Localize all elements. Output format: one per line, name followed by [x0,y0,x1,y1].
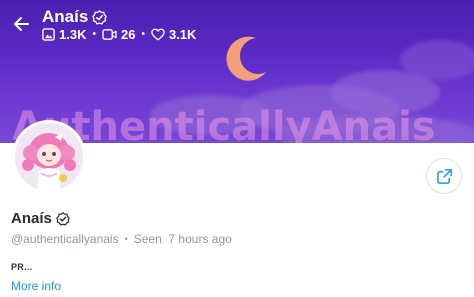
stat-separator: • [141,29,145,40]
banner-cloud [400,40,474,80]
handle-line: @authenticallyanais • Seen 7 hours ago [11,232,232,246]
stat-likes-value: 3.1K [168,27,197,42]
profile-name: Anaís [11,210,70,227]
profile-page: AuthenticallyAnais Anaís 1.3K • 26 • 3.1… [0,0,474,297]
stat-videos-value: 26 [120,27,136,42]
header-name-text: Anaís [42,7,89,26]
heart-icon [151,28,165,41]
verified-badge-icon [92,9,108,25]
more-info-link[interactable]: More info [11,279,61,293]
header-stats: 1.3K • 26 • 3.1K [42,27,196,42]
share-button[interactable] [426,158,462,194]
verified-badge-icon [56,211,70,226]
avatar[interactable] [12,120,86,194]
stat-images-value: 1.3K [59,27,87,42]
crescent-moon-icon [226,36,266,81]
stat-videos: 26 [102,27,135,42]
image-icon [42,28,55,41]
stat-separator: • [92,29,96,40]
back-button[interactable] [9,12,33,36]
separator-dot: • [124,234,128,244]
arrow-left-icon [14,17,29,31]
share-icon [436,168,452,184]
stat-images: 1.3K [42,27,86,42]
header-title: Anaís [42,7,108,27]
stat-likes: 3.1K [151,27,196,42]
video-icon [102,29,117,40]
avatar-image [15,123,83,191]
profile-handle: @authenticallyanais [11,232,119,246]
profile-name-text: Anaís [11,210,52,227]
profile-bio: PR... [11,262,33,272]
avatar-illustration [15,123,83,191]
last-seen: Seen 7 hours ago [133,232,232,246]
